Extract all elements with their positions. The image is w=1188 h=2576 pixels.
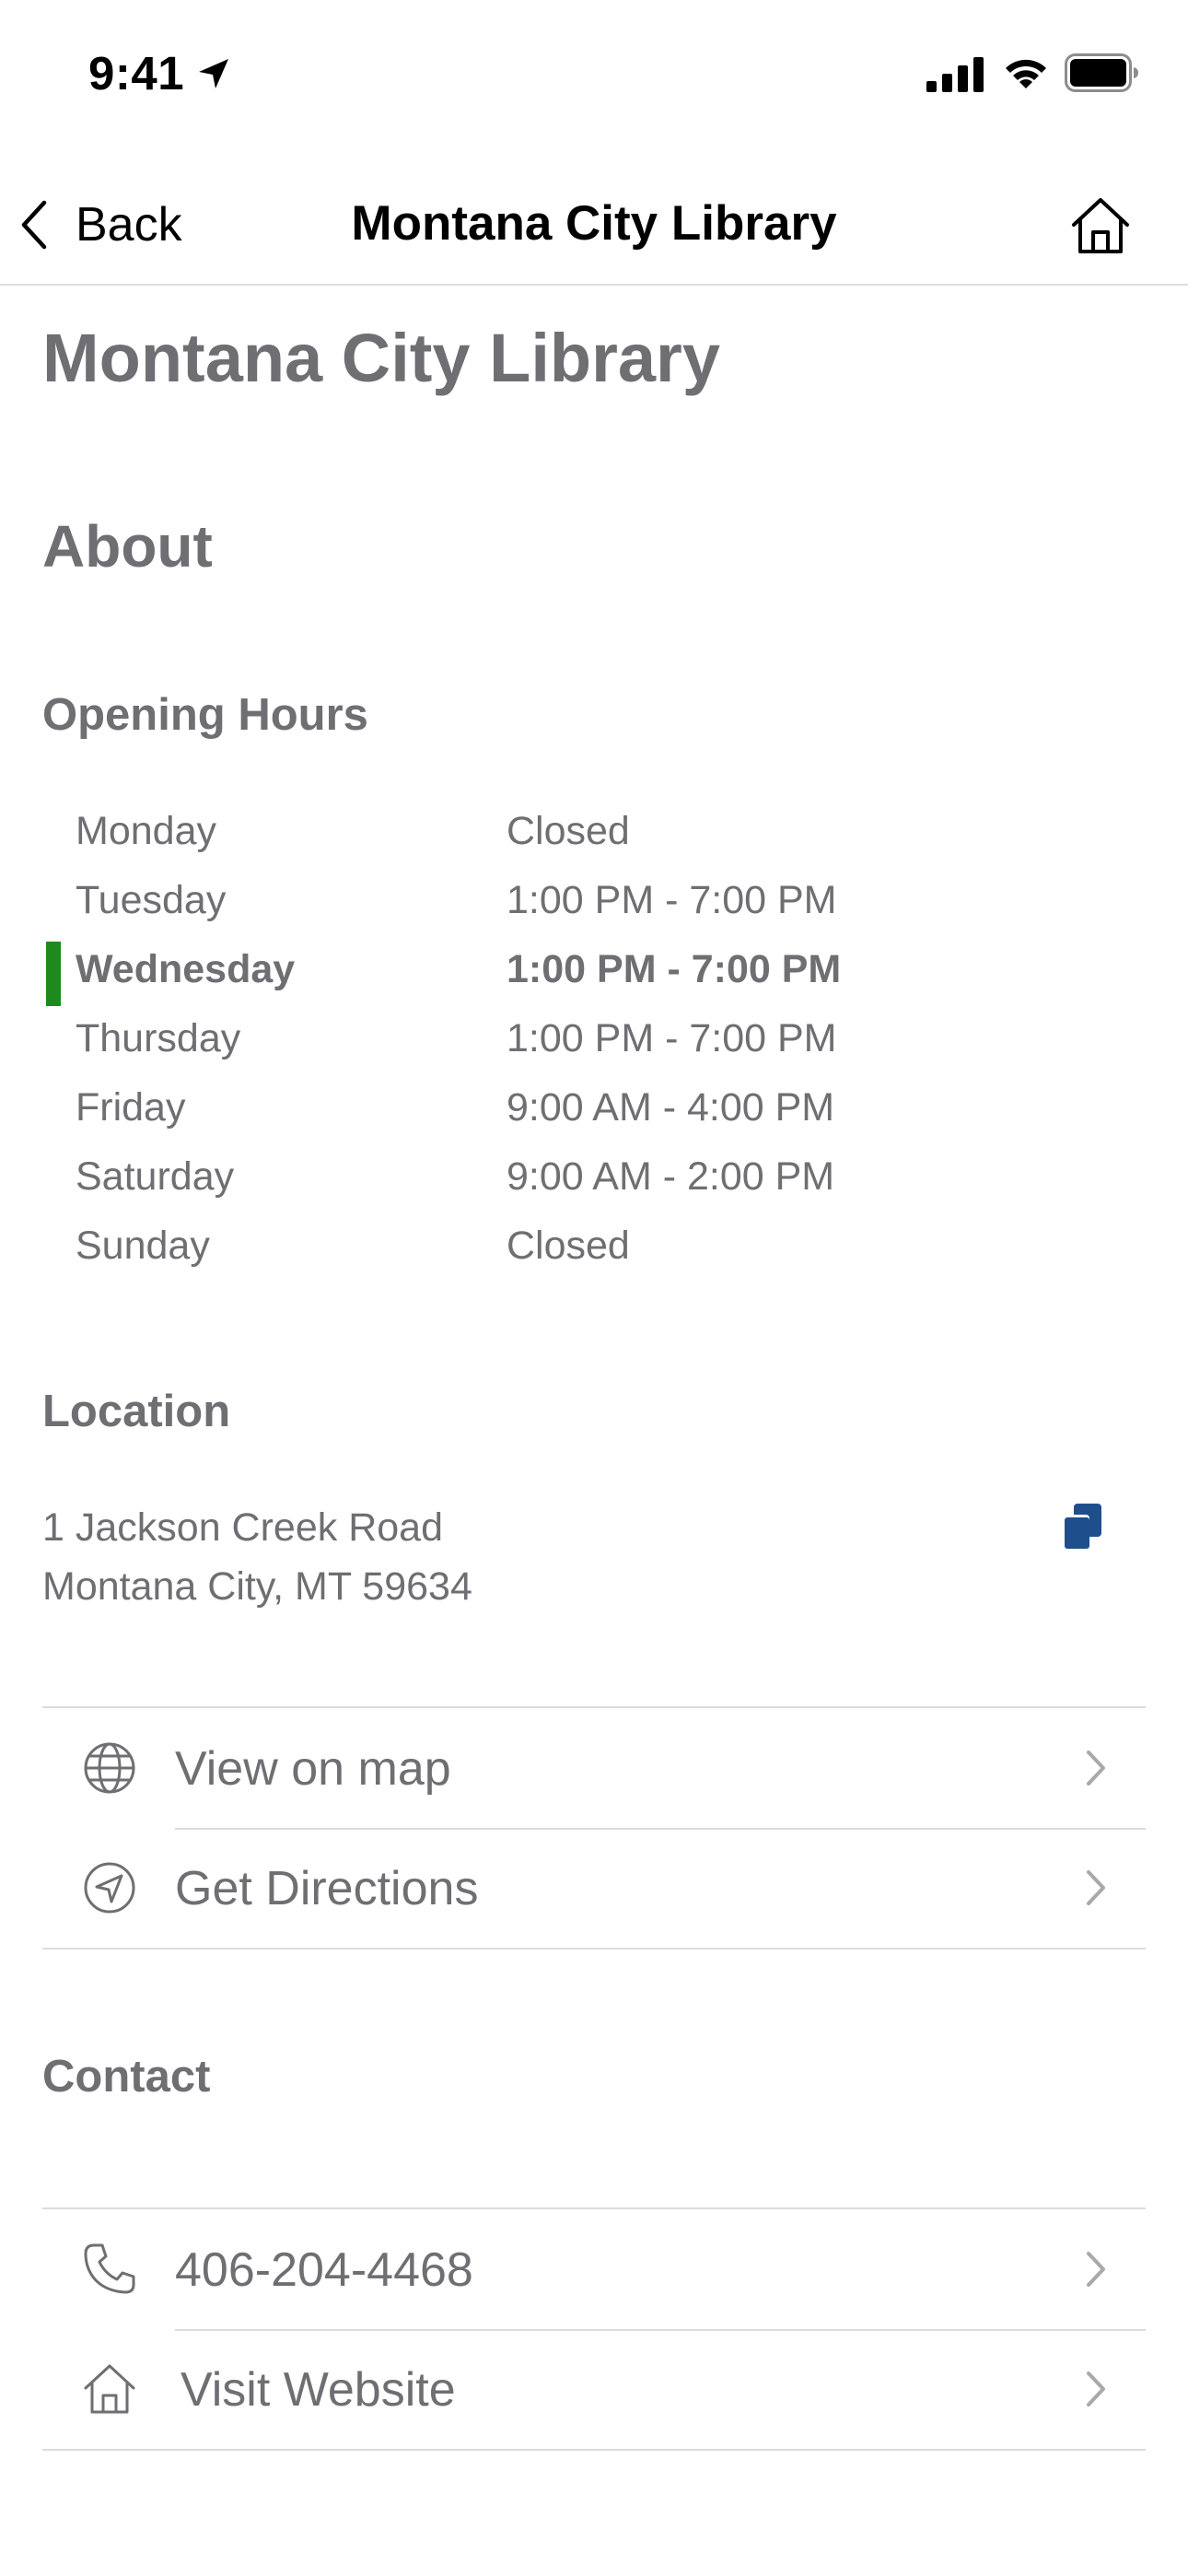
navigation-bar: Back Montana City Library xyxy=(0,166,1188,286)
view-on-map-label: View on map xyxy=(175,1742,451,1796)
navigation-icon xyxy=(84,1862,135,1914)
hours-row: Thursday 1:00 PM - 7:00 PM xyxy=(0,1009,1188,1078)
phone-label: 406-204-4468 xyxy=(175,2243,473,2297)
hours-row: Sunday Closed xyxy=(0,1216,1188,1285)
location-arrow-icon xyxy=(199,59,228,88)
cellular-signal-icon xyxy=(926,57,984,92)
contact-actions: 406-204-4468 Visit Website xyxy=(42,2207,1146,2451)
phone-icon xyxy=(84,2243,135,2294)
hours-row: Tuesday 1:00 PM - 7:00 PM xyxy=(0,871,1188,940)
visit-website-label: Visit Website xyxy=(181,2363,456,2417)
back-button[interactable]: Back xyxy=(18,186,182,263)
contact-heading: Contact xyxy=(42,2052,211,2102)
copy-icon[interactable] xyxy=(1059,1502,1105,1551)
wifi-icon xyxy=(1006,59,1046,88)
hours-day: Friday xyxy=(76,1085,186,1130)
today-marker xyxy=(46,942,61,1006)
status-time: 9:41 xyxy=(88,47,185,100)
chevron-right-icon xyxy=(1087,1870,1105,1905)
view-on-map-button[interactable]: View on map xyxy=(42,1708,1146,1828)
home-button[interactable] xyxy=(1068,195,1133,256)
hours-day: Sunday xyxy=(76,1224,210,1268)
hours-day: Wednesday xyxy=(76,947,296,991)
hours-day: Tuesday xyxy=(76,878,227,922)
hours-day: Monday xyxy=(76,809,216,853)
hours-time: 1:00 PM - 7:00 PM xyxy=(507,947,842,991)
about-heading: About xyxy=(42,513,213,580)
hours-time: 9:00 AM - 4:00 PM xyxy=(507,1085,835,1130)
hours-row: Friday 9:00 AM - 4:00 PM xyxy=(0,1078,1188,1147)
address-line-2: Montana City, MT 59634 xyxy=(42,1564,472,1609)
hours-row: Saturday 9:00 AM - 2:00 PM xyxy=(0,1147,1188,1216)
location-heading: Location xyxy=(42,1387,231,1436)
status-bar: 9:41 xyxy=(0,0,1188,147)
nav-title: Montana City Library xyxy=(351,196,837,251)
visit-website-button[interactable]: Visit Website xyxy=(42,2329,1146,2449)
hours-day: Saturday xyxy=(76,1154,235,1199)
opening-hours-heading: Opening Hours xyxy=(42,690,368,740)
phone-button[interactable]: 406-204-4468 xyxy=(42,2209,1146,2329)
hours-row: Monday Closed xyxy=(0,802,1188,871)
hours-time: Closed xyxy=(507,809,630,853)
hours-row-today: Wednesday 1:00 PM - 7:00 PM xyxy=(0,940,1188,1009)
address-line-1: 1 Jackson Creek Road xyxy=(42,1505,443,1550)
hours-time: 1:00 PM - 7:00 PM xyxy=(507,1016,837,1060)
page-title: Montana City Library xyxy=(42,320,720,396)
battery-icon xyxy=(1065,53,1138,92)
chevron-right-icon xyxy=(1087,1751,1105,1786)
back-label: Back xyxy=(76,198,182,252)
home-icon xyxy=(84,2364,135,2414)
hours-time: 1:00 PM - 7:00 PM xyxy=(507,878,837,922)
chevron-left-icon xyxy=(21,200,47,250)
get-directions-button[interactable]: Get Directions xyxy=(42,1828,1146,1948)
address: 1 Jackson Creek Road Montana City, MT 59… xyxy=(42,1498,472,1616)
hours-time: 9:00 AM - 2:00 PM xyxy=(507,1154,835,1199)
location-actions: View on map Get Directions xyxy=(42,1706,1146,1950)
globe-icon xyxy=(84,1742,135,1794)
chevron-right-icon xyxy=(1087,2371,1105,2406)
hours-time: Closed xyxy=(507,1224,630,1268)
opening-hours-list: Monday Closed Tuesday 1:00 PM - 7:00 PM … xyxy=(0,802,1188,1285)
hours-day: Thursday xyxy=(76,1016,241,1060)
get-directions-label: Get Directions xyxy=(175,1862,479,1915)
chevron-right-icon xyxy=(1087,2252,1105,2287)
